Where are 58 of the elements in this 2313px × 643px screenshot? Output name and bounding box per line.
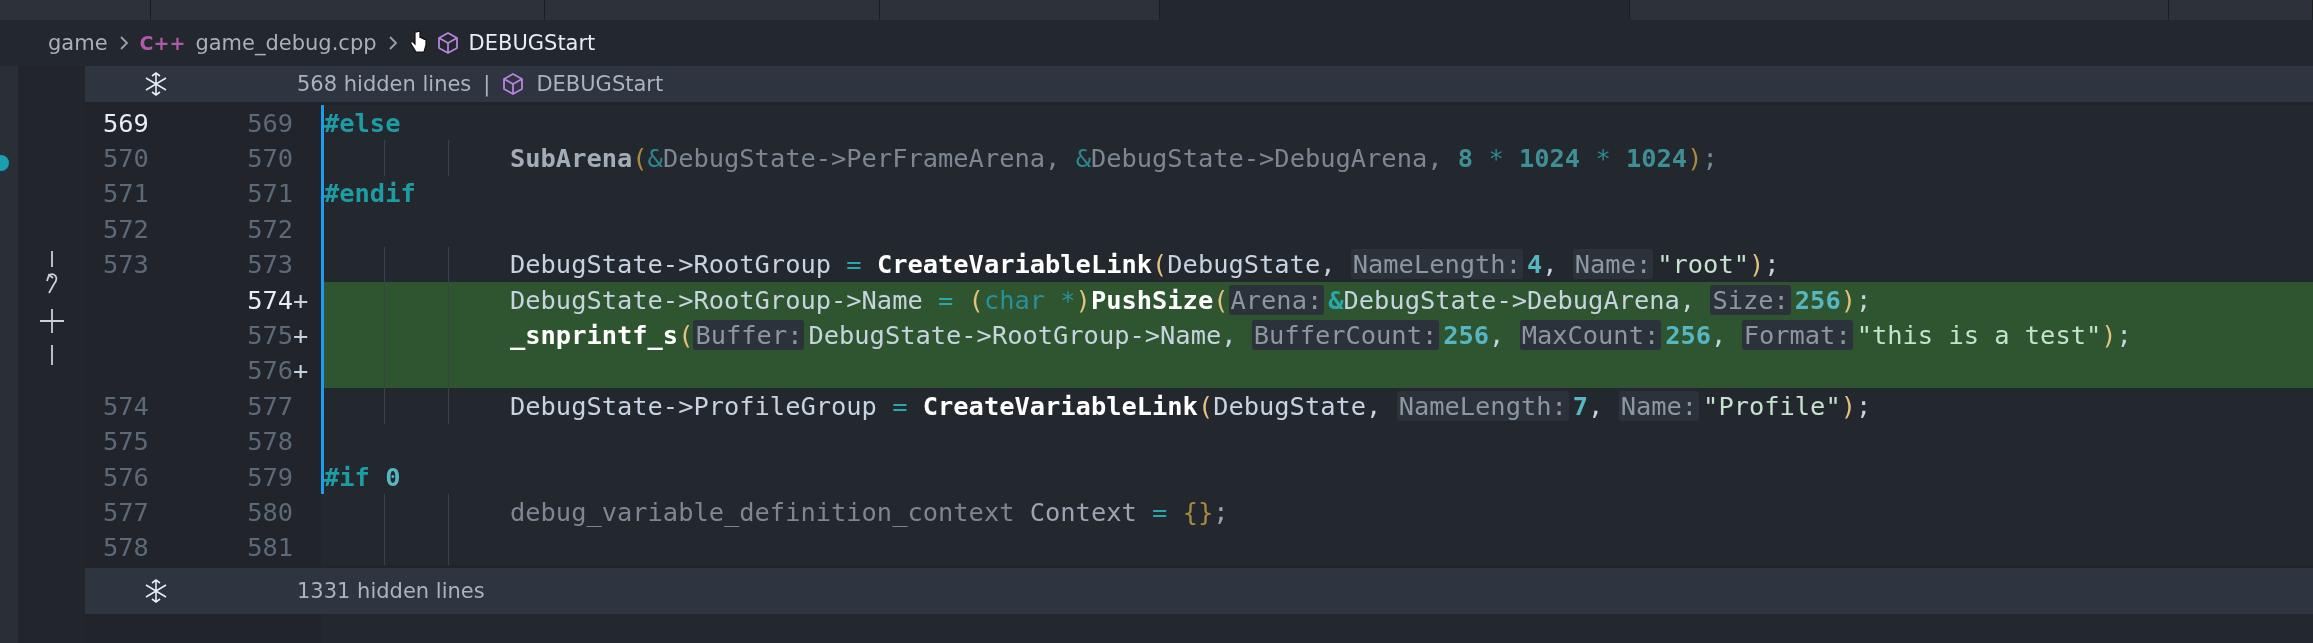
code-line: DebugState->RootGroup = CreateVariableLink(DebugState, NameLength: 4, Name: "root");	[510, 249, 1780, 280]
line-number: 578	[103, 532, 149, 563]
code-line: _snprintf_s(Buffer: DebugState->RootGroup->Name, BufferCount: 256, MaxCount: 256, Format: "this is a test");	[510, 320, 2132, 351]
line-number: 570	[103, 143, 149, 174]
line-number: 571	[246, 178, 293, 209]
hand-cursor-icon	[408, 30, 427, 56]
line-number: 579	[246, 461, 293, 492]
symbol-label: DEBUGStart	[536, 72, 664, 96]
line-number: 577	[103, 497, 149, 527]
code-line: #if 0	[324, 461, 401, 492]
line-number: 577	[246, 390, 293, 421]
unfold-icon[interactable]	[144, 71, 168, 97]
hidden-lines-label[interactable]: 568 hidden lines	[297, 72, 472, 96]
breadcrumb-item[interactable]: game_debug.cpp	[195, 31, 377, 55]
code-line: debug_variable_definition_context Context = {};	[510, 497, 1229, 527]
line-number: 573	[103, 249, 149, 280]
code-line: DebugState->ProfileGroup = CreateVariableLink(DebugState, NameLength: 7, Name: "Profile");	[510, 390, 1872, 421]
line-number: 569	[103, 107, 149, 138]
line-number: 570	[246, 143, 293, 174]
line-number: 576	[246, 355, 293, 386]
added-marker: +	[293, 284, 309, 315]
line-number: 576	[103, 461, 149, 492]
editor-tab[interactable]	[1160, 0, 1631, 20]
editor-tab[interactable]	[545, 0, 881, 20]
code-line: #else	[324, 107, 401, 138]
code-line: SubArena(&DebugState->PerFrameArena, &DebugState->DebugArena, 8 * 1024 * 1024);	[510, 143, 1718, 174]
plus-icon[interactable]	[38, 309, 65, 365]
added-marker: +	[293, 355, 309, 386]
line-number: 572	[103, 213, 149, 244]
line-number: 575	[103, 426, 149, 457]
editor-tab[interactable]	[2169, 0, 2313, 20]
added-marker: +	[293, 320, 309, 351]
chevron-icon	[386, 34, 399, 52]
line-number: 571	[103, 178, 149, 209]
hidden-lines-label[interactable]: 1331 hidden lines	[297, 579, 485, 604]
cube-icon	[436, 31, 459, 55]
editor-tab[interactable]	[0, 0, 151, 20]
line-number: 574	[103, 390, 149, 421]
chevron-icon	[117, 34, 130, 52]
line-number: 581	[246, 532, 293, 563]
file-type-label: C++	[139, 32, 186, 54]
line-number: 574	[246, 284, 293, 315]
cube-icon	[502, 72, 525, 96]
line-number: 580	[246, 497, 293, 527]
line-number: 573	[246, 249, 293, 280]
line-number: 575	[246, 320, 293, 351]
unfold-icon[interactable]	[144, 578, 168, 605]
line-number: 569	[246, 107, 293, 138]
code-line: #endif	[324, 178, 416, 209]
line-number: 578	[246, 426, 293, 457]
editor-tab[interactable]	[880, 0, 1161, 20]
separator-label: |	[483, 72, 491, 96]
breadcrumb-item[interactable]: game	[48, 31, 108, 55]
editor-tab[interactable]	[1630, 0, 2170, 20]
code-line: DebugState->RootGroup->Name = (char *)PushSize(Arena: &DebugState->DebugArena, Size: 256);	[510, 284, 1872, 315]
breadcrumb-item[interactable]: DEBUGStart	[468, 31, 596, 55]
editor-tab[interactable]	[150, 0, 546, 20]
line-number: 572	[246, 213, 293, 244]
